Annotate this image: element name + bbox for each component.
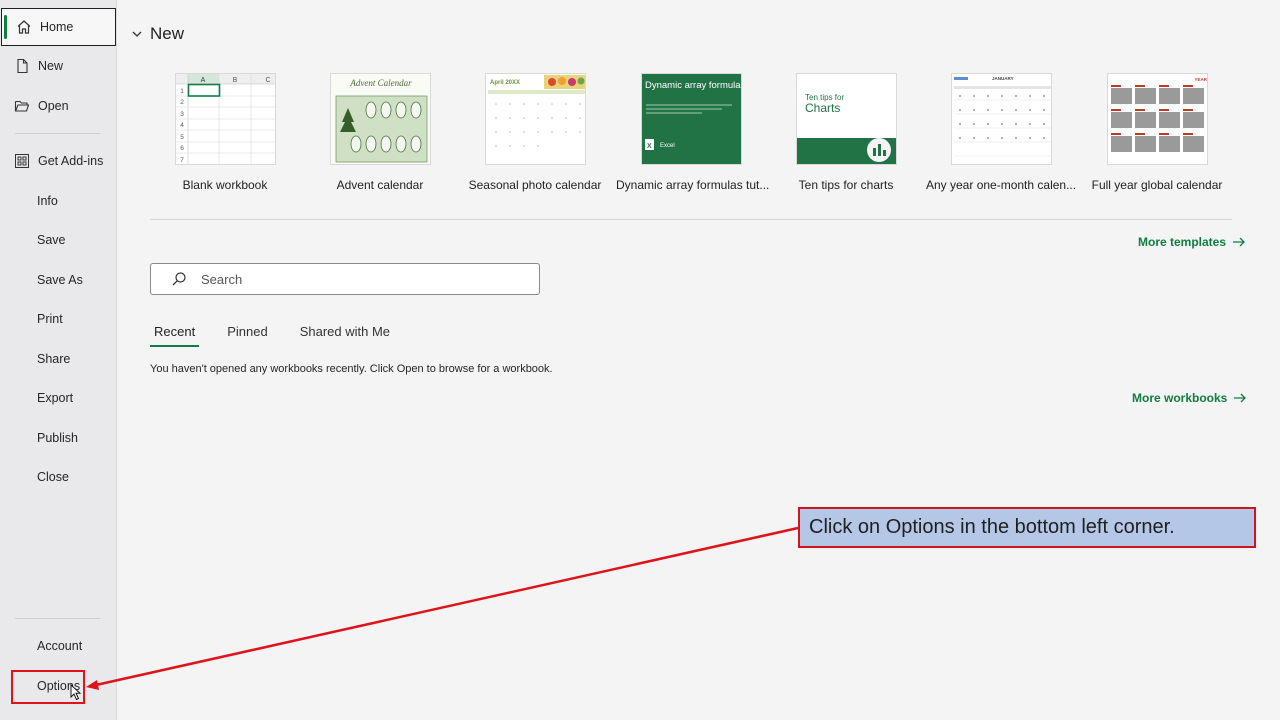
sidebar-item-label: Share (37, 352, 71, 366)
row-header: 5 (180, 134, 184, 141)
template-thumbnail: Dynamic array formulas X Excel (641, 73, 742, 165)
chevron-down-icon (132, 31, 142, 37)
search-icon (172, 272, 186, 286)
template-name: Dynamic array formulas tut... (616, 178, 770, 192)
sidebar-item-export[interactable]: Export (0, 380, 116, 416)
add-ins-grid-icon (14, 153, 30, 169)
search-box[interactable] (150, 263, 540, 295)
thumbnail-title: YEAR (1194, 77, 1207, 82)
sidebar-item-print[interactable]: Print (0, 301, 116, 337)
sidebar-item-label: Publish (37, 431, 78, 445)
folder-open-icon (14, 98, 30, 114)
sidebar-item-save-as[interactable]: Save As (0, 262, 116, 298)
section-title: New (150, 24, 185, 43)
arrow-right-icon (1233, 237, 1245, 247)
mouse-cursor-icon (70, 684, 82, 701)
sidebar-item-new[interactable]: New (0, 48, 116, 84)
template-name: Full year global calendar (1091, 178, 1223, 192)
sidebar-item-label: Save (37, 233, 66, 247)
tab-shared-with-me[interactable]: Shared with Me (296, 324, 394, 347)
sidebar-item-label: Open (38, 99, 69, 113)
sidebar-item-label: Info (37, 194, 58, 208)
sidebar-item-publish[interactable]: Publish (0, 420, 116, 456)
row-header: 4 (180, 122, 184, 129)
more-workbooks-label: More workbooks (1132, 391, 1228, 405)
template-thumbnail: April 20XX (485, 73, 586, 165)
row-header: 2 (180, 99, 184, 106)
more-templates-label: More templates (1138, 235, 1227, 249)
sidebar-item-close[interactable]: Close (0, 459, 116, 495)
sidebar-item-open[interactable]: Open (0, 88, 116, 124)
arrow-right-icon (1234, 393, 1247, 403)
sidebar-item-label: New (38, 59, 64, 73)
sidebar-item-label: Close (37, 470, 69, 484)
template-thumbnail: A B C 1 2 3 4 5 6 7 (175, 73, 276, 165)
thumbnail-title: Dynamic array formulas (645, 80, 742, 91)
row-header: 3 (180, 111, 184, 118)
thumbnail-line-2: Charts (805, 101, 840, 115)
row-header: 7 (180, 157, 184, 164)
sidebar-item-label: Export (37, 391, 74, 405)
backstage-sidebar: Home New Open Get Add-ins Info Save Save… (0, 0, 117, 720)
thumbnail-title: Advent Calendar (349, 78, 412, 88)
home-icon (16, 19, 32, 35)
sidebar-item-share[interactable]: Share (0, 341, 116, 377)
sidebar-divider (15, 133, 100, 134)
template-name: Any year one-month calen... (926, 178, 1077, 192)
template-name: Ten tips for charts (798, 178, 894, 192)
new-document-icon (14, 58, 30, 74)
sidebar-item-label: Get Add-ins (38, 154, 104, 168)
template-name: Blank workbook (182, 178, 268, 192)
sidebar-divider (15, 618, 100, 619)
workbook-tabs: Recent Pinned Shared with Me (150, 324, 418, 347)
svg-text:X: X (647, 143, 652, 150)
template-thumbnail: Ten tips for Charts (796, 73, 897, 165)
tab-recent[interactable]: Recent (150, 324, 200, 347)
sidebar-item-save[interactable]: Save (0, 222, 116, 258)
section-divider (150, 219, 1232, 220)
sidebar-item-label: Account (37, 639, 83, 653)
column-header: B (233, 77, 238, 84)
row-header: 6 (180, 145, 184, 152)
annotation-callout: Click on Options in the bottom left corn… (798, 507, 1256, 548)
thumbnail-title: April 20XX (490, 80, 520, 86)
more-templates-link[interactable]: More templates (1138, 235, 1246, 249)
more-workbooks-link[interactable]: More workbooks (1132, 391, 1247, 405)
tab-pinned[interactable]: Pinned (223, 324, 271, 347)
sidebar-item-info[interactable]: Info (0, 183, 116, 219)
thumbnail-title: JANUARY (992, 76, 1014, 81)
sidebar-item-label: Save As (37, 273, 83, 287)
thumbnail-app-label: Excel (660, 143, 675, 149)
recent-empty-message: You haven't opened any workbooks recentl… (150, 363, 553, 375)
template-name: Seasonal photo calendar (468, 178, 602, 192)
sidebar-item-get-add-ins[interactable]: Get Add-ins (0, 143, 116, 179)
template-thumbnail: YEAR (1107, 73, 1208, 165)
search-input[interactable] (201, 271, 501, 287)
sidebar-item-account[interactable]: Account (0, 628, 116, 664)
template-thumbnail: Advent Calendar (330, 73, 431, 165)
row-header: 1 (180, 88, 184, 95)
sidebar-item-home[interactable]: Home (1, 8, 116, 46)
new-section-header[interactable]: New (130, 24, 184, 44)
template-thumbnail: JANUARY (951, 73, 1052, 165)
column-header: C (265, 77, 270, 84)
sidebar-item-label: Home (40, 20, 74, 34)
sidebar-item-label: Print (37, 312, 63, 326)
template-name: Advent calendar (336, 178, 424, 192)
column-header: A (201, 77, 206, 84)
